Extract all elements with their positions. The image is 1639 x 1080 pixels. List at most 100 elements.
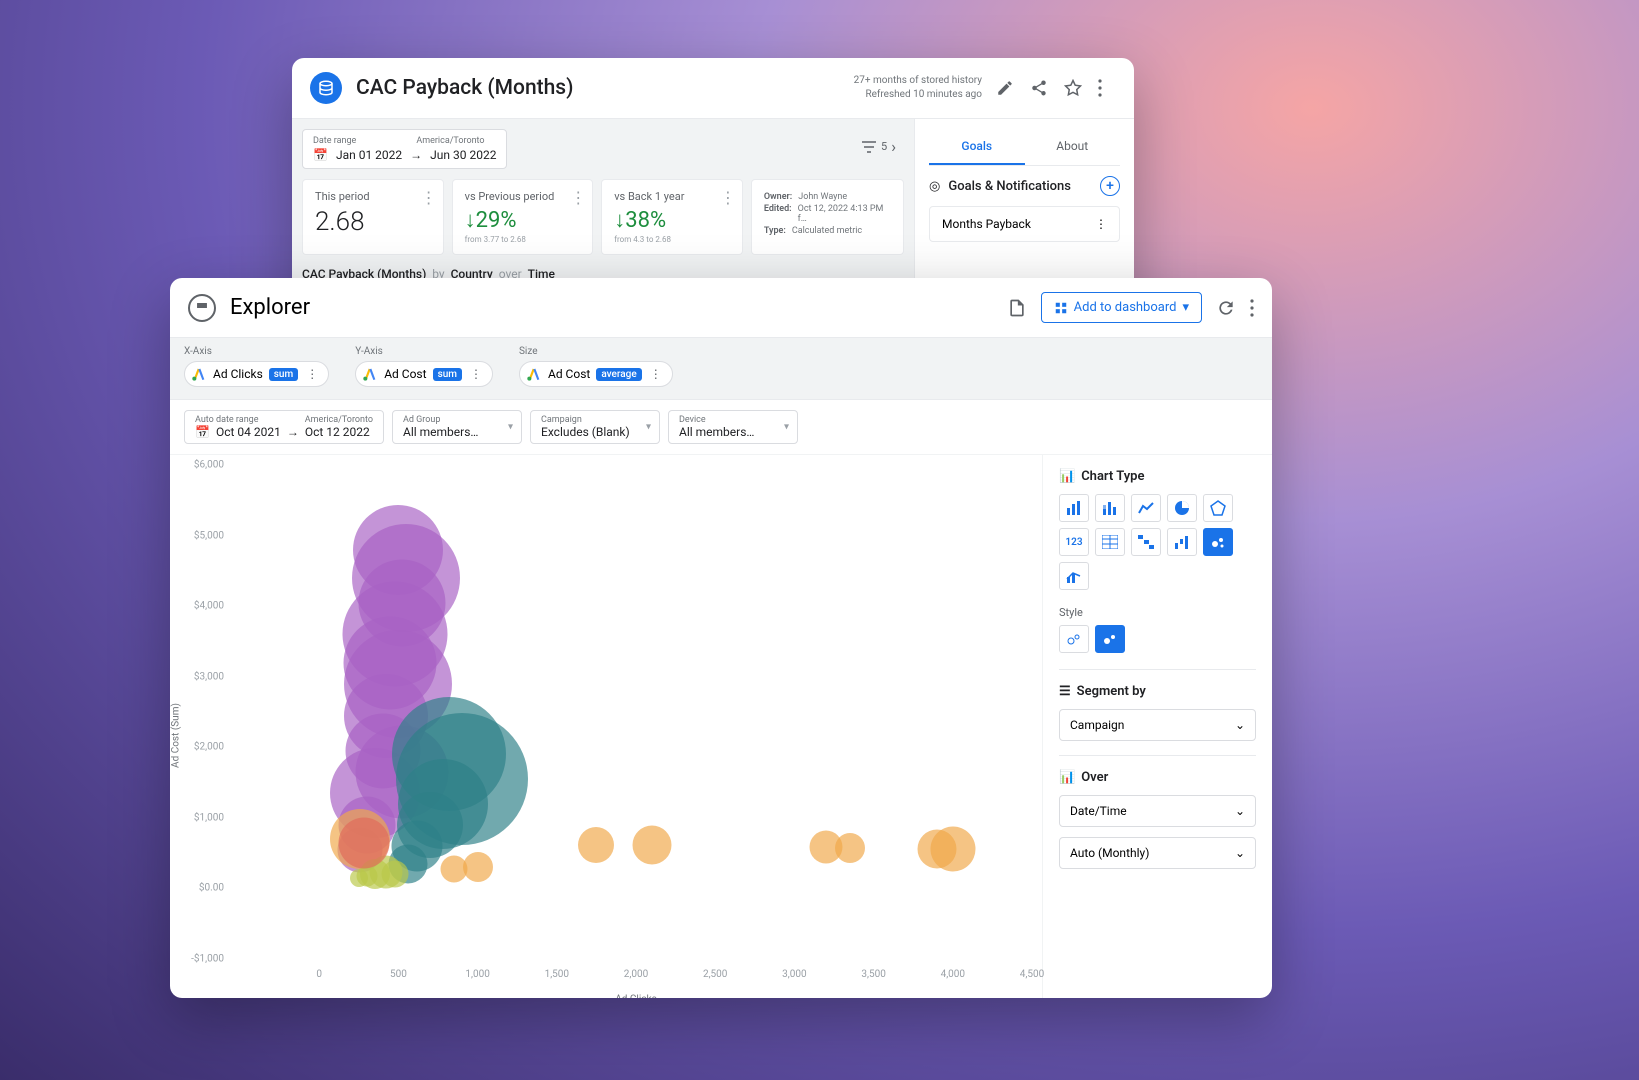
chart-type-heatmap[interactable] bbox=[1131, 528, 1161, 556]
bubble-point[interactable] bbox=[440, 855, 467, 882]
chart-type-line[interactable] bbox=[1131, 494, 1161, 522]
y-tick: $2,000 bbox=[194, 742, 224, 753]
date-from: Jan 01 2022 bbox=[336, 148, 402, 162]
cac-header: CAC Payback (Months) 27+ months of store… bbox=[292, 58, 1134, 119]
cac-main: Date rangeAmerica/Toronto 📅 Jan 01 2022 … bbox=[292, 119, 914, 291]
x-tick: 2,500 bbox=[703, 969, 727, 980]
chevron-down-icon: ▾ bbox=[646, 422, 651, 433]
chart-type-combo[interactable] bbox=[1059, 562, 1089, 590]
filter-row: Auto date rangeAmerica/Toronto 📅Oct 04 2… bbox=[170, 400, 1272, 455]
chart-type-table[interactable] bbox=[1095, 528, 1125, 556]
chart-type-stacked-bar[interactable] bbox=[1095, 494, 1125, 522]
kpi-vs-previous: ⋮ vs Previous period ↓29% from 3.77 to 2… bbox=[452, 179, 594, 255]
kpi-more-icon[interactable]: ⋮ bbox=[421, 188, 437, 207]
y-tick: $0.00 bbox=[199, 883, 224, 894]
chart-type-radar[interactable] bbox=[1203, 494, 1233, 522]
edit-icon[interactable] bbox=[996, 79, 1014, 97]
arrow-down-icon: ↓ bbox=[614, 208, 625, 233]
x-axis-label: Ad Clicks bbox=[615, 994, 656, 998]
size-pill[interactable]: Ad Cost average ⋮ bbox=[519, 361, 673, 387]
y-tick: -$1,000 bbox=[191, 954, 224, 965]
y-tick: $6,000 bbox=[194, 460, 224, 471]
history-text: 27+ months of stored history bbox=[854, 74, 982, 88]
star-icon[interactable] bbox=[1064, 79, 1082, 97]
calendar-icon: 📅 bbox=[313, 148, 328, 162]
over-select-2[interactable]: Auto (Monthly)⌄ bbox=[1059, 837, 1256, 869]
x-tick: 3,500 bbox=[861, 969, 885, 980]
share-icon[interactable] bbox=[1030, 79, 1048, 97]
bubble-point[interactable] bbox=[382, 860, 409, 887]
kpi-more-icon[interactable]: ⋮ bbox=[720, 188, 736, 207]
bubble-chart: Ad Cost (Sum) -$1,000$0.00$1,000$2,000$3… bbox=[170, 455, 1042, 998]
bar-icon: 📊 bbox=[1059, 469, 1075, 484]
more-icon[interactable] bbox=[1098, 79, 1116, 97]
chevron-right-icon: › bbox=[891, 137, 896, 156]
bubble-point[interactable] bbox=[338, 817, 389, 868]
more-icon[interactable]: ⋮ bbox=[648, 367, 664, 381]
metric-icon bbox=[310, 72, 342, 104]
chart-type-bar[interactable] bbox=[1059, 494, 1089, 522]
goal-item[interactable]: Months Payback ⋮ bbox=[929, 206, 1120, 242]
filter-button[interactable]: 5 › bbox=[853, 129, 904, 164]
x-axis-pill[interactable]: Ad Clicks sum ⋮ bbox=[184, 361, 329, 387]
date-range-picker[interactable]: Date rangeAmerica/Toronto 📅 Jan 01 2022 … bbox=[302, 129, 507, 169]
cac-header-meta: 27+ months of stored history Refreshed 1… bbox=[854, 74, 982, 102]
y-tick: $3,000 bbox=[194, 671, 224, 682]
cac-sidebar: Goals About ◎ Goals & Notifications + Mo… bbox=[914, 119, 1134, 291]
axis-config-bar: X-Axis Ad Clicks sum ⋮ Y-Axis Ad Cost su… bbox=[170, 338, 1272, 400]
bubble-point[interactable] bbox=[632, 826, 671, 865]
google-ads-icon bbox=[526, 366, 542, 382]
calendar-icon: 📅 bbox=[195, 425, 210, 439]
y-axis-pill[interactable]: Ad Cost sum ⋮ bbox=[355, 361, 493, 387]
chart-type-pie[interactable] bbox=[1167, 494, 1197, 522]
bubble-point[interactable] bbox=[835, 833, 865, 863]
chevron-down-icon: ▾ bbox=[784, 422, 789, 433]
cac-title: CAC Payback (Months) bbox=[356, 76, 854, 100]
tab-goals[interactable]: Goals bbox=[929, 129, 1025, 165]
kpi-vs-year: ⋮ vs Back 1 year ↓38% from 4.3 to 2.68 bbox=[601, 179, 743, 255]
compass-icon bbox=[188, 294, 216, 322]
bar-icon: 📊 bbox=[1059, 770, 1075, 785]
date-filter[interactable]: Auto date rangeAmerica/Toronto 📅Oct 04 2… bbox=[184, 410, 384, 444]
add-to-dashboard-button[interactable]: Add to dashboard ▾ bbox=[1041, 292, 1202, 323]
kpi-this-period-value: 2.68 bbox=[315, 207, 431, 237]
chevron-down-icon: ▾ bbox=[1182, 300, 1189, 315]
save-icon[interactable] bbox=[1007, 298, 1027, 318]
chart-type-number[interactable]: 123 bbox=[1059, 528, 1089, 556]
campaign-filter[interactable]: Campaign Excludes (Blank) ▾ bbox=[530, 410, 660, 444]
style-outline[interactable] bbox=[1059, 625, 1089, 653]
x-tick: 4,500 bbox=[1020, 969, 1044, 980]
add-goal-button[interactable]: + bbox=[1100, 176, 1120, 196]
chart-type-waterfall[interactable] bbox=[1167, 528, 1197, 556]
over-select-1[interactable]: Date/Time⌄ bbox=[1059, 795, 1256, 827]
arrow-right-icon: → bbox=[287, 425, 299, 439]
over-heading: 📊Over bbox=[1059, 770, 1256, 785]
refresh-icon[interactable] bbox=[1216, 298, 1236, 318]
list-icon: ☰ bbox=[1059, 684, 1071, 699]
more-icon[interactable]: ⋮ bbox=[1095, 217, 1107, 231]
bubble-point[interactable] bbox=[930, 826, 975, 871]
chart-type-heading: 📊Chart Type bbox=[1059, 469, 1256, 484]
adgroup-filter[interactable]: Ad Group All members… ▾ bbox=[392, 410, 522, 444]
kpi-this-period: ⋮ This period 2.68 bbox=[302, 179, 444, 255]
y-tick: $1,000 bbox=[194, 812, 224, 823]
bubble-point[interactable] bbox=[578, 827, 614, 863]
more-icon[interactable]: ⋮ bbox=[304, 367, 320, 381]
segment-select[interactable]: Campaign⌄ bbox=[1059, 709, 1256, 741]
more-icon[interactable] bbox=[1250, 299, 1254, 317]
chevron-down-icon: ⌄ bbox=[1235, 846, 1245, 860]
date-to: Jun 30 2022 bbox=[430, 148, 496, 162]
chart-type-bubble[interactable] bbox=[1203, 528, 1233, 556]
bubble-point[interactable] bbox=[350, 869, 368, 887]
x-tick: 0 bbox=[316, 969, 322, 980]
kpi-more-icon[interactable]: ⋮ bbox=[570, 188, 586, 207]
target-icon: ◎ bbox=[929, 179, 940, 194]
explorer-header: Explorer Add to dashboard ▾ bbox=[170, 278, 1272, 338]
more-icon[interactable]: ⋮ bbox=[468, 367, 484, 381]
chart-config-panel: 📊Chart Type 123 Style ☰Segment by bbox=[1042, 455, 1272, 998]
tab-about[interactable]: About bbox=[1025, 129, 1121, 165]
style-filled[interactable] bbox=[1095, 625, 1125, 653]
device-filter[interactable]: Device All members… ▾ bbox=[668, 410, 798, 444]
google-ads-icon bbox=[362, 366, 378, 382]
chevron-down-icon: ⌄ bbox=[1235, 804, 1245, 818]
